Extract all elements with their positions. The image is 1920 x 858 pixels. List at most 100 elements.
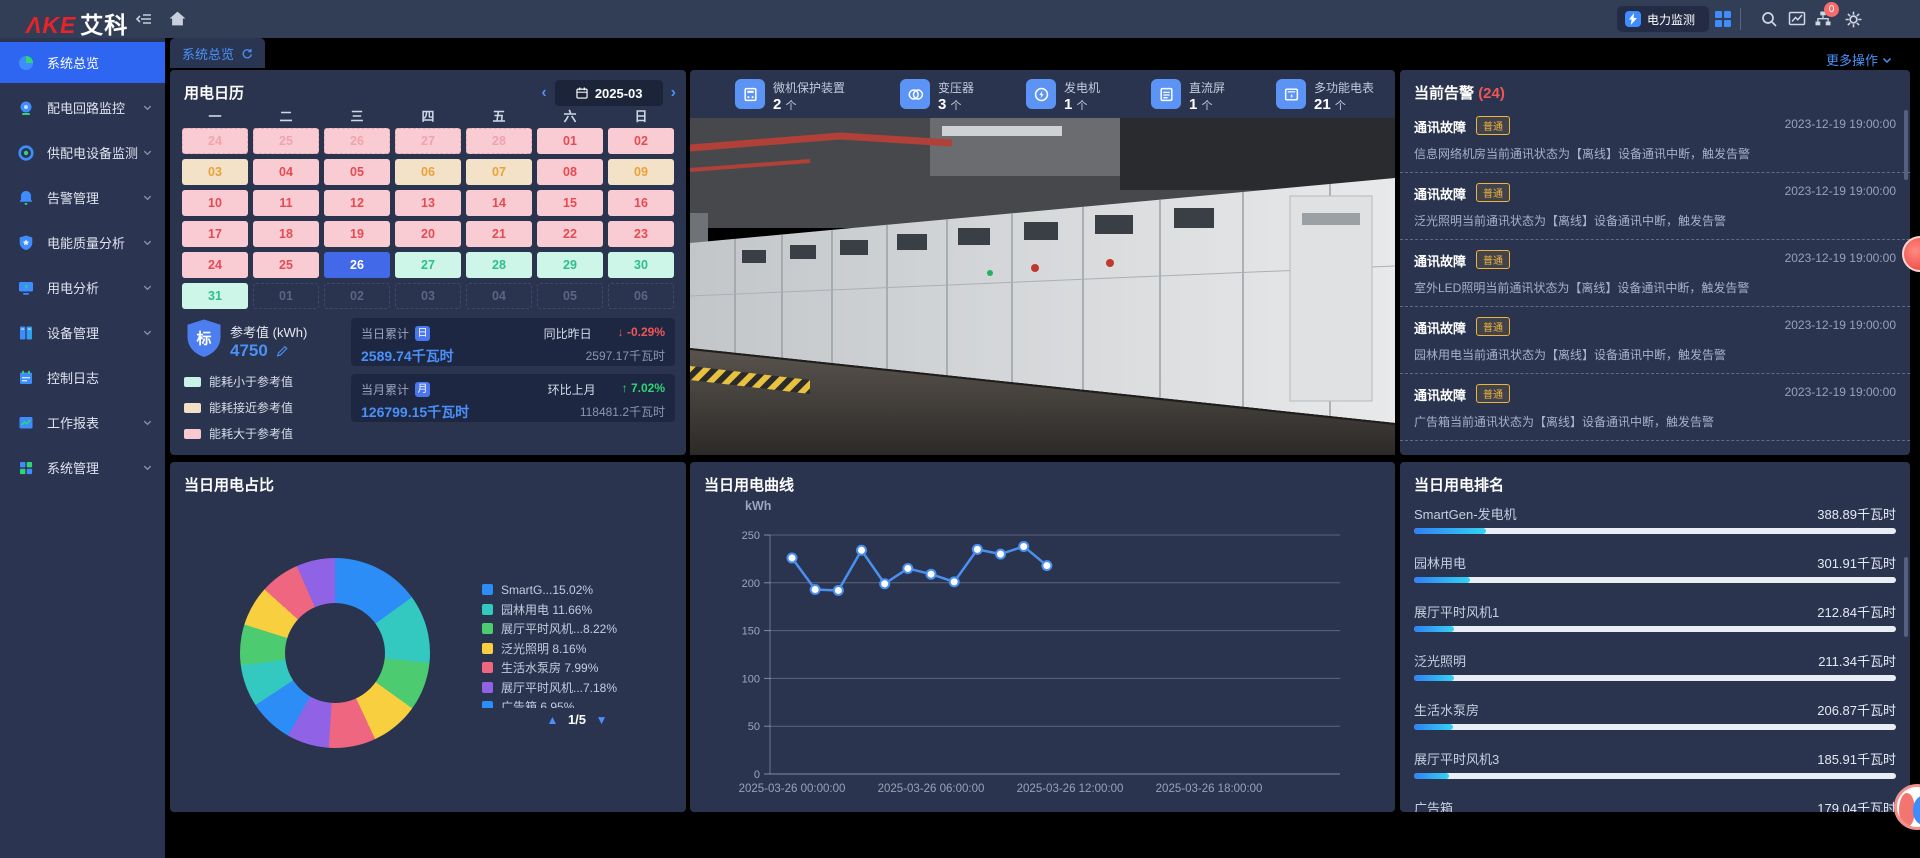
calendar-day-29[interactable]: 29	[537, 252, 603, 278]
alarm-type: 通讯故障	[1414, 184, 1466, 203]
pie-legend-item[interactable]: 生活水泵房 7.99%	[482, 658, 672, 678]
calendar-day-26[interactable]: 26	[324, 128, 390, 154]
legend-swatch	[482, 682, 493, 693]
sidebar-item-label: 电能质量分析	[47, 233, 125, 252]
ranking-value: 212.84千瓦时	[1817, 602, 1896, 621]
calendar-day-07[interactable]: 07	[466, 159, 532, 185]
calendar-day-05[interactable]: 05	[324, 159, 390, 185]
calendar-day-22[interactable]: 22	[537, 221, 603, 247]
alarm-item[interactable]: 通讯故障普通2023-12-19 19:00:00室外LED照明当前通讯状态为【…	[1400, 240, 1910, 307]
sidebar-item-2[interactable]: 配电回路监控	[0, 87, 165, 128]
calendar-day-04[interactable]: 04	[466, 283, 532, 309]
pie-legend-item[interactable]: 展厅平时风机...7.18%	[482, 678, 672, 698]
calendar-day-25[interactable]: 25	[253, 252, 319, 278]
calendar-day-06[interactable]: 06	[608, 283, 674, 309]
sidebar-item-7[interactable]: 设备管理	[0, 312, 165, 353]
calendar-day-03[interactable]: 03	[182, 159, 248, 185]
calendar-day-15[interactable]: 15	[537, 190, 603, 216]
weekday-label: 一	[182, 106, 248, 125]
calendar-day-21[interactable]: 21	[466, 221, 532, 247]
ranking-scrollbar[interactable]	[1904, 557, 1908, 637]
apps-grid-icon[interactable]	[1714, 10, 1732, 28]
pie-legend-item[interactable]: 泛光照明 8.16%	[482, 639, 672, 659]
pie-legend-item[interactable]: 展厅平时风机...8.22%	[482, 619, 672, 639]
legend-label: 泛光照明 8.16%	[501, 640, 586, 657]
calendar-day-27[interactable]: 27	[395, 252, 461, 278]
prev-month-button[interactable]: ‹	[541, 81, 546, 105]
tab-system-overview[interactable]: 系统总览	[170, 38, 265, 68]
calendar-day-17[interactable]: 17	[182, 221, 248, 247]
collapse-sidebar-icon[interactable]	[135, 10, 153, 28]
calendar-day-20[interactable]: 20	[395, 221, 461, 247]
alarm-item[interactable]: 通讯故障普通2023-12-19 19:00:00信息网络机房当前通讯状态为【离…	[1400, 106, 1910, 173]
sidebar-item-8[interactable]: 控制日志	[0, 357, 165, 398]
calendar-day-31[interactable]: 31	[182, 283, 248, 309]
calendar-day-28[interactable]: 28	[466, 252, 532, 278]
calendar-day-26[interactable]: 26	[324, 252, 390, 278]
calendar-day-11[interactable]: 11	[253, 190, 319, 216]
usage-donut-chart[interactable]	[240, 558, 430, 748]
alarm-scrollbar[interactable]	[1904, 110, 1908, 180]
sidebar-item-1[interactable]: 系统总览	[0, 42, 165, 83]
next-month-button[interactable]: ›	[671, 81, 676, 105]
sidebar-item-label: 用电分析	[47, 278, 99, 297]
sidebar-item-3[interactable]: 供配电设备监测	[0, 132, 165, 173]
alarm-item[interactable]: 通讯故障普通2023-12-19 19:00:00泛光照明当前通讯状态为【离线】…	[1400, 173, 1910, 240]
search-icon[interactable]	[1760, 10, 1778, 28]
sidebar-item-5[interactable]: 电能质量分析	[0, 222, 165, 263]
calendar-day-23[interactable]: 23	[608, 221, 674, 247]
month-picker[interactable]: 2025-03	[555, 80, 663, 106]
calendar-day-18[interactable]: 18	[253, 221, 319, 247]
pie-legend-item[interactable]: SmartG...15.02%	[482, 580, 672, 600]
ranking-row: 园林用电301.91千瓦时	[1414, 553, 1896, 572]
alarm-item[interactable]: 通讯故障普通2023-12-19 19:00:00园林用电当前通讯状态为【离线】…	[1400, 307, 1910, 374]
sidebar-item-9[interactable]: 工作报表	[0, 402, 165, 443]
ranking-title: 当日用电排名	[1414, 474, 1504, 495]
calendar-day-12[interactable]: 12	[324, 190, 390, 216]
usage-line-chart[interactable]: 0501001502002502025-03-26 00:00:002025-0…	[690, 462, 1395, 812]
calendar-day-01[interactable]: 01	[253, 283, 319, 309]
legend-page-up-icon[interactable]: ▲	[546, 713, 558, 727]
more-actions-link[interactable]: 更多操作	[1826, 50, 1893, 69]
calendar-day-01[interactable]: 01	[537, 128, 603, 154]
calendar-day-06[interactable]: 06	[395, 159, 461, 185]
pie-legend-item[interactable]: 园林用电 11.66%	[482, 600, 672, 620]
alarm-item[interactable]: 通讯故障普通2023-12-19 19:00:00广告箱当前通讯状态为【离线】设…	[1400, 374, 1910, 441]
alarm-time: 2023-12-19 19:00:00	[1785, 251, 1896, 265]
alarm-description: 园林用电当前通讯状态为【离线】设备通讯中断，触发告警	[1414, 346, 1726, 363]
legend-page-down-icon[interactable]: ▼	[596, 713, 608, 727]
calendar-day-24[interactable]: 24	[182, 252, 248, 278]
calendar-day-19[interactable]: 19	[324, 221, 390, 247]
calendar-day-27[interactable]: 27	[395, 128, 461, 154]
calendar-day-04[interactable]: 04	[253, 159, 319, 185]
calendar-day-02[interactable]: 02	[324, 283, 390, 309]
alarm-count: (24)	[1478, 85, 1505, 102]
calendar-day-13[interactable]: 13	[395, 190, 461, 216]
sidebar-item-4[interactable]: 告警管理	[0, 177, 165, 218]
calendar-day-16[interactable]: 16	[608, 190, 674, 216]
pie-legend-item[interactable]: 广告箱 6.95%	[482, 697, 672, 708]
calendar-day-08[interactable]: 08	[537, 159, 603, 185]
energy-report-icon[interactable]	[1788, 10, 1806, 28]
calendar-day-05[interactable]: 05	[537, 283, 603, 309]
calendar-day-24[interactable]: 24	[182, 128, 248, 154]
legend-label: 园林用电 11.66%	[501, 601, 592, 618]
refresh-icon[interactable]	[240, 47, 253, 60]
app-logo: ΛKE艾科	[26, 6, 128, 40]
svg-text:100: 100	[742, 673, 760, 685]
calendar-day-10[interactable]: 10	[182, 190, 248, 216]
edit-pencil-icon[interactable]	[275, 344, 289, 358]
calendar-day-30[interactable]: 30	[608, 252, 674, 278]
home-icon[interactable]	[168, 9, 187, 28]
alarms-title: 当前告警 (24)	[1414, 82, 1505, 103]
calendar-day-25[interactable]: 25	[253, 128, 319, 154]
calendar-day-02[interactable]: 02	[608, 128, 674, 154]
calendar-day-03[interactable]: 03	[395, 283, 461, 309]
calendar-day-09[interactable]: 09	[608, 159, 674, 185]
calendar-day-14[interactable]: 14	[466, 190, 532, 216]
gear-icon[interactable]	[1844, 10, 1863, 29]
calendar-day-28[interactable]: 28	[466, 128, 532, 154]
sidebar-item-10[interactable]: 系统管理	[0, 447, 165, 488]
power-monitor-button[interactable]: 电力监测	[1617, 6, 1709, 32]
sidebar-item-6[interactable]: 用电分析	[0, 267, 165, 308]
